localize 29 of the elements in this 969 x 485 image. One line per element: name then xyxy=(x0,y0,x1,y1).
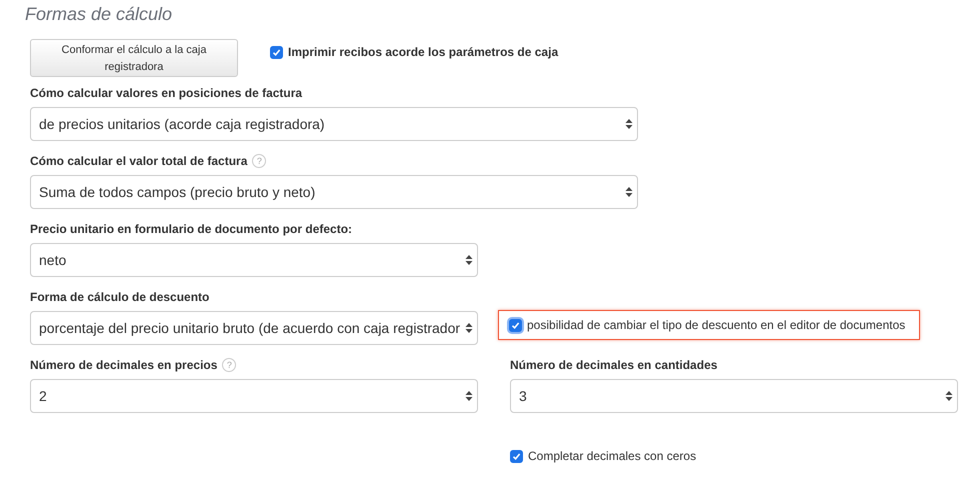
section-title: Formas de cálculo xyxy=(25,4,172,25)
sort-arrows-icon xyxy=(465,254,473,266)
field-label: Precio unitario en formulario de documento por defecto: xyxy=(30,222,352,236)
checkbox[interactable] xyxy=(509,318,522,332)
checkmark-icon xyxy=(272,48,281,56)
sort-arrows-icon xyxy=(465,390,473,402)
checkbox-label: Imprimir recibos acorde los parámetros de caja xyxy=(288,45,558,59)
checkbox[interactable] xyxy=(510,450,523,462)
field-label: Forma de cálculo de descuento xyxy=(30,290,210,304)
sync-button[interactable]: Conformar el cálculo a la caja registradora xyxy=(30,39,238,77)
checkbox[interactable] xyxy=(270,46,283,58)
sort-arrows-icon xyxy=(625,118,633,130)
select-field[interactable]: de precios unitarios (acorde caja registradora) xyxy=(30,107,638,141)
select-field[interactable]: neto xyxy=(30,243,478,277)
checkbox-label: posibilidad de cambiar el tipo de descuento en el editor de documentos xyxy=(527,318,906,332)
select-field[interactable]: Suma de todos campos (precio bruto y neto) xyxy=(30,175,638,209)
checkmark-icon xyxy=(511,320,520,330)
field-label: Número de decimales en cantidades xyxy=(510,358,718,372)
select-field[interactable]: 2 xyxy=(30,379,478,413)
checkmark-icon xyxy=(512,452,521,460)
sort-arrows-icon xyxy=(465,322,473,334)
field-label: Cómo calcular el valor total de factura xyxy=(30,154,248,168)
checkbox-label: Completar decimales con ceros xyxy=(528,449,696,463)
field-label: Cómo calcular valores en posiciones de factura xyxy=(30,86,302,100)
select-field[interactable]: 3 xyxy=(510,379,958,413)
field-label: Número de decimales en precios xyxy=(30,358,218,372)
select-field[interactable]: porcentaje del precio unitario bruto (de acuerdo con caja registrador xyxy=(30,311,478,345)
sort-arrows-icon xyxy=(625,186,633,198)
sort-arrows-icon xyxy=(945,390,953,402)
